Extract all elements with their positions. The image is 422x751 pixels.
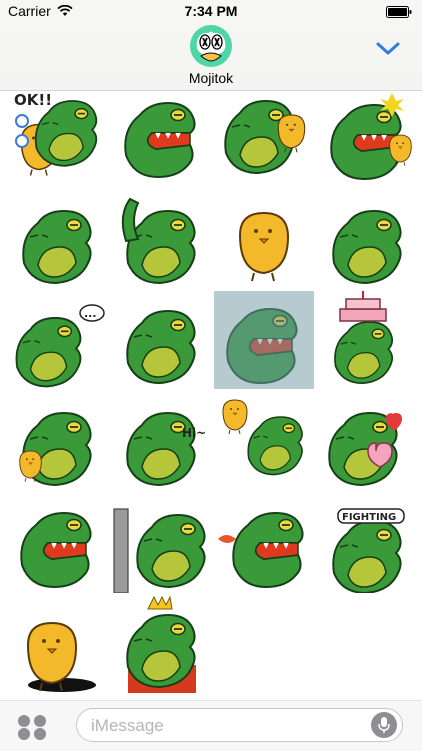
mojitok-logo-icon xyxy=(187,24,235,73)
sticker-croc-wave[interactable] xyxy=(112,191,212,289)
sticker-croc-lying[interactable]: ... xyxy=(8,291,108,389)
sticker-caption-hi: Hi~ xyxy=(182,426,206,440)
sticker-chick-sit[interactable] xyxy=(8,595,108,693)
collapse-button[interactable] xyxy=(373,38,403,60)
sticker-croc-king[interactable] xyxy=(112,595,212,693)
sticker-croc-party[interactable] xyxy=(318,91,418,189)
sticker-croc-fighting[interactable]: FIGHTING xyxy=(318,495,418,593)
sticker-croc-hi[interactable]: Hi~ xyxy=(112,393,212,491)
sticker-croc-crawl[interactable] xyxy=(318,191,418,289)
message-compose-bar xyxy=(0,700,422,751)
sticker-caption-fighting: FIGHTING xyxy=(342,512,396,523)
sticker-croc-chick-jump[interactable] xyxy=(214,393,314,491)
sticker-pack-header: Carrier 7:34 PM Mojitok xyxy=(0,0,422,91)
status-time: 7:34 PM xyxy=(184,3,238,19)
sticker-chick-pray[interactable] xyxy=(214,191,314,289)
sticker-caption-dots: ... xyxy=(84,307,97,320)
sticker-croc-gloomy[interactable] xyxy=(214,291,314,389)
status-bar: Carrier 7:34 PM xyxy=(0,0,422,22)
sticker-croc-peek-wall[interactable] xyxy=(112,495,212,593)
microphone-icon xyxy=(371,712,397,738)
imessage-input[interactable] xyxy=(89,713,363,739)
app-drawer-button[interactable] xyxy=(16,714,48,745)
chevron-down-icon xyxy=(376,42,400,55)
sticker-croc-think[interactable] xyxy=(112,291,212,389)
sticker-croc-with-chick[interactable] xyxy=(8,393,108,491)
sticker-croc-hug-chick[interactable] xyxy=(214,91,314,189)
sticker-caption-ok: OK!! xyxy=(14,91,52,109)
battery-icon xyxy=(386,5,412,21)
sticker-croc-flex[interactable] xyxy=(8,191,108,289)
sticker-croc-birthday-cake[interactable] xyxy=(318,291,418,389)
sticker-croc-ok[interactable]: OK!! xyxy=(8,91,108,189)
sticker-croc-fire[interactable] xyxy=(214,495,314,593)
imessage-input-container xyxy=(76,708,403,742)
sticker-grid: OK!! ... Hi~ FIGHTING xyxy=(0,91,422,693)
app-drawer-icon xyxy=(18,715,46,740)
app-name-label: Mojitok xyxy=(188,70,234,86)
sticker-croc-angry[interactable] xyxy=(8,495,108,593)
sticker-croc-laughing[interactable] xyxy=(112,91,212,189)
sticker-croc-hearts[interactable] xyxy=(318,393,418,491)
microphone-button[interactable] xyxy=(371,712,397,738)
